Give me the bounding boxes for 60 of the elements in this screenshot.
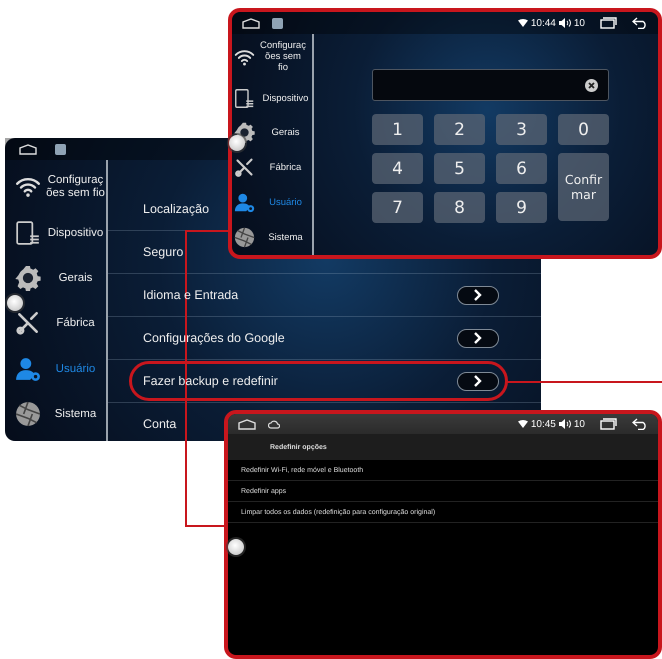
volume-level: 10: [574, 418, 585, 430]
sidebar-item[interactable]: Fábrica: [234, 157, 312, 178]
home-icon[interactable]: [242, 18, 260, 28]
app-icon: [272, 18, 283, 28]
number-key[interactable]: 2: [434, 114, 485, 145]
number-key[interactable]: 1: [372, 114, 423, 145]
home-icon[interactable]: [19, 144, 37, 154]
aperture-icon: [234, 226, 255, 248]
sidebar-item[interactable]: Dispositivo: [234, 88, 312, 109]
menu-item[interactable]: Localização: [143, 202, 210, 216]
number-key[interactable]: 8: [434, 192, 485, 223]
sidebar-item[interactable]: Sistema: [7, 401, 106, 428]
cloud-icon: [268, 420, 280, 428]
sidebar-item[interactable]: Configurações sem fio: [234, 40, 312, 74]
recents-icon[interactable]: [600, 17, 617, 29]
wifi-signal-icon: [518, 420, 528, 428]
sidebar-item[interactable]: Sistema: [234, 226, 312, 248]
number-key[interactable]: 7: [372, 192, 423, 223]
clear-icon[interactable]: [585, 78, 598, 92]
password-field[interactable]: [372, 69, 609, 101]
confirm-key[interactable]: Confirmar: [558, 153, 609, 221]
back-icon[interactable]: [632, 418, 648, 430]
chevron-icon: [473, 375, 483, 387]
number-key[interactable]: 4: [372, 153, 423, 184]
speaker-icon: [558, 419, 571, 429]
sidebar-item[interactable]: Usuário: [7, 356, 106, 382]
volume-level: 10: [574, 18, 585, 28]
sidebar-item[interactable]: Dispositivo: [7, 220, 106, 246]
speaker-icon: [558, 18, 571, 28]
tools-icon: [15, 310, 41, 336]
sidebar-item[interactable]: Configurações sem fio: [7, 174, 106, 200]
aperture-icon: [15, 401, 41, 428]
tools-icon: [234, 157, 255, 178]
tablet-icon: [234, 88, 255, 109]
menu-item[interactable]: Conta: [143, 417, 176, 431]
clock-time: 10:45: [530, 418, 556, 430]
menu-item[interactable]: Seguro: [143, 245, 184, 259]
chevron-button[interactable]: [457, 328, 499, 348]
app-icon: [55, 144, 66, 154]
number-key[interactable]: 3: [496, 114, 547, 145]
recents-icon[interactable]: [600, 418, 617, 430]
home-icon[interactable]: [238, 418, 256, 430]
number-key[interactable]: 6: [496, 153, 547, 184]
clock-time: 10:44: [530, 18, 556, 28]
chevron-button[interactable]: [457, 286, 499, 304]
number-key[interactable]: 9: [496, 192, 547, 223]
gear-icon: [15, 264, 41, 291]
back-icon[interactable]: [632, 17, 648, 29]
user-gear-icon: [234, 192, 255, 214]
sidebar-item[interactable]: Fábrica: [7, 310, 106, 336]
chevron-icon: [473, 289, 483, 301]
sidebar-item[interactable]: Gerais: [7, 264, 106, 291]
wifi-signal-icon: [518, 19, 528, 27]
user-gear-icon: [15, 356, 41, 382]
chevron-icon: [473, 332, 483, 344]
chevron-button[interactable]: [457, 372, 499, 390]
sidebar-item[interactable]: Usuário: [234, 192, 312, 214]
tablet-icon: [15, 220, 41, 246]
number-key[interactable]: 5: [434, 153, 485, 184]
number-key[interactable]: 0: [558, 114, 609, 145]
